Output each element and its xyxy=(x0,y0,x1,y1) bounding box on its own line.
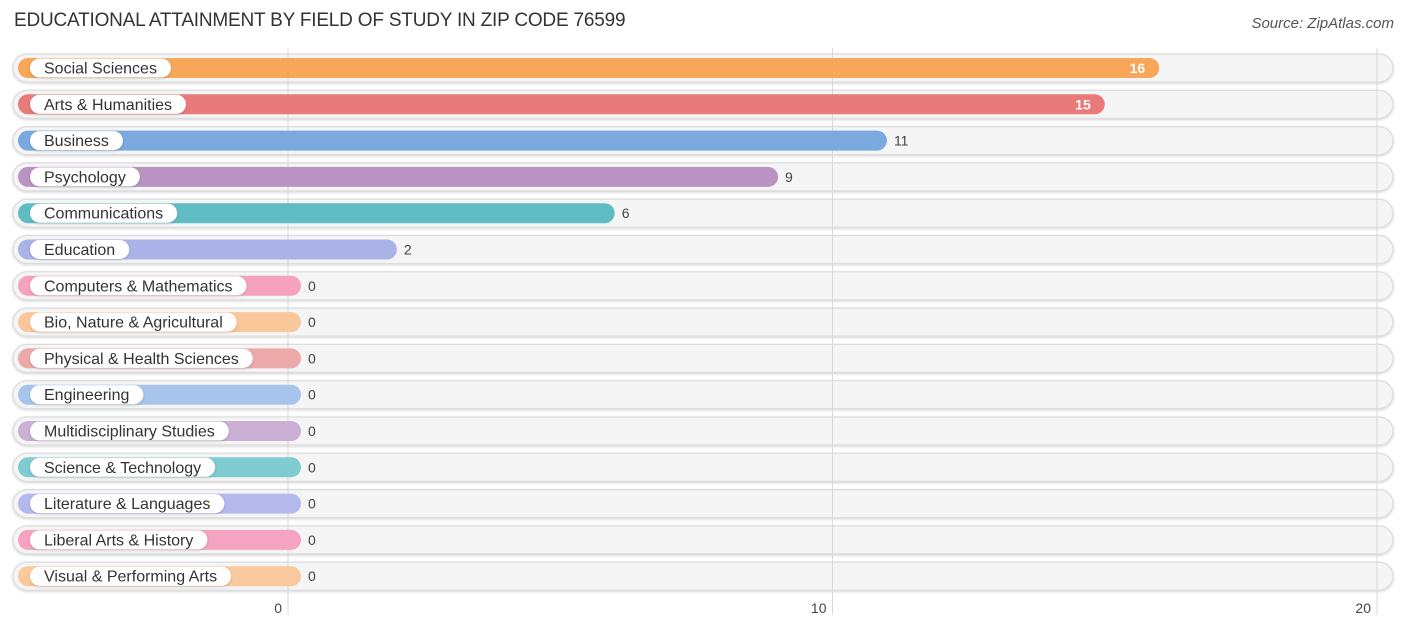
value-label: 0 xyxy=(308,459,316,475)
category-label: Business xyxy=(44,133,109,150)
bar-row: Multidisciplinary Studies 0 xyxy=(18,421,316,441)
bar-row: Psychology 9 xyxy=(18,166,793,187)
category-label: Computers & Mathematics xyxy=(44,278,233,295)
category-label: Literature & Languages xyxy=(44,496,210,513)
bar-row: Business 11 xyxy=(18,130,909,151)
category-label: Arts & Humanities xyxy=(44,97,172,114)
value-label: 2 xyxy=(404,242,412,258)
bar-chart: Social Sciences 16 Arts & Humanities 15 Busi… xyxy=(12,48,1394,616)
value-label: 0 xyxy=(308,387,316,403)
value-label: 11 xyxy=(894,133,909,149)
category-label: Liberal Arts & History xyxy=(44,532,193,549)
bar-row: Communications 6 xyxy=(18,203,630,224)
category-label: Multidisciplinary Studies xyxy=(44,424,215,441)
bar-row: Arts & Humanities 15 xyxy=(18,94,1105,115)
bar-row: Computers & Mathematics 0 xyxy=(18,275,316,296)
bar-row: Physical & Health Sciences 0 xyxy=(18,348,316,369)
bar[interactable] xyxy=(18,58,1160,78)
value-label: 9 xyxy=(785,169,793,185)
category-label: Education xyxy=(44,242,115,259)
bar-row: Literature & Languages 0 xyxy=(18,493,316,514)
bar-row: Social Sciences 16 xyxy=(18,58,1160,78)
bar[interactable] xyxy=(18,130,887,151)
bar-row: Education 2 xyxy=(18,239,412,260)
value-label: 0 xyxy=(308,568,316,584)
category-label: Bio, Nature & Agricultural xyxy=(44,315,223,332)
category-label: Psychology xyxy=(44,169,126,186)
category-label: Physical & Health Sciences xyxy=(44,351,239,368)
value-label: 6 xyxy=(622,205,630,221)
bar-row: Engineering 0 xyxy=(18,384,316,405)
x-tick-label: 0 xyxy=(274,600,282,616)
bar-row: Bio, Nature & Agricultural 0 xyxy=(18,312,316,333)
x-tick-label: 10 xyxy=(811,600,827,616)
bar-row: Visual & Performing Arts 0 xyxy=(18,566,316,587)
category-label: Social Sciences xyxy=(44,61,157,78)
value-label: 0 xyxy=(308,350,316,366)
category-label: Communications xyxy=(44,206,163,223)
value-label: 0 xyxy=(308,278,316,294)
bar-row: Science & Technology 0 xyxy=(18,457,316,478)
category-label: Science & Technology xyxy=(44,460,201,477)
category-label: Visual & Performing Arts xyxy=(44,569,217,586)
value-label: 15 xyxy=(1075,96,1091,112)
value-label: 0 xyxy=(308,314,316,330)
value-label: 16 xyxy=(1130,60,1146,76)
x-tick-label: 20 xyxy=(1355,600,1371,616)
value-label: 0 xyxy=(308,496,316,512)
category-label: Engineering xyxy=(44,387,129,404)
value-label: 0 xyxy=(308,532,316,548)
value-label: 0 xyxy=(308,423,316,439)
bar-row: Liberal Arts & History 0 xyxy=(18,529,316,550)
